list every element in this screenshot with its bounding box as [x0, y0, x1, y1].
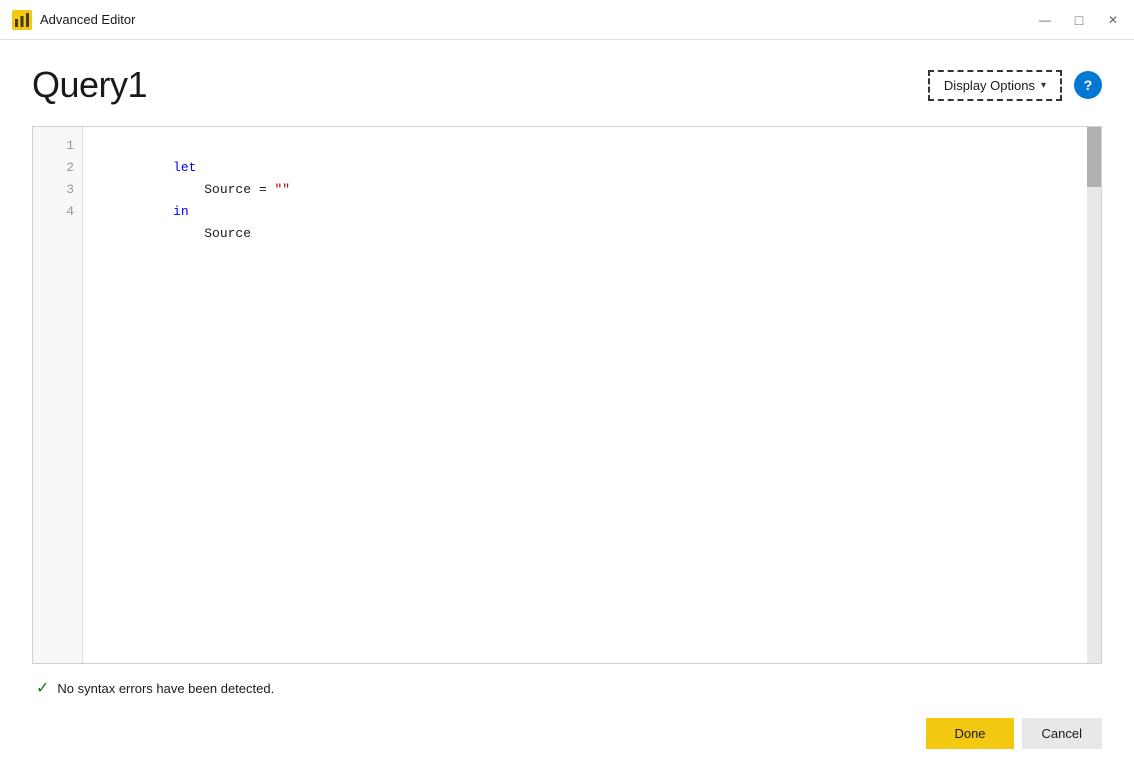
code-source-ref: Source	[173, 226, 251, 241]
done-button[interactable]: Done	[926, 718, 1013, 749]
line-number-2: 2	[66, 157, 74, 179]
close-button[interactable]	[1104, 11, 1122, 29]
scrollbar-thumb[interactable]	[1087, 127, 1101, 187]
advanced-editor-window: Advanced Editor Query1 Display Options ▾…	[0, 0, 1134, 773]
footer-actions: Done Cancel	[32, 706, 1102, 753]
help-button[interactable]: ?	[1074, 71, 1102, 99]
query-header: Query1 Display Options ▾ ?	[32, 64, 1102, 106]
window-title: Advanced Editor	[40, 12, 1036, 27]
scrollbar-track-empty	[1087, 187, 1101, 663]
status-message: No syntax errors have been detected.	[57, 681, 274, 696]
code-editor[interactable]: 1 2 3 4 let Source = "" in Source	[32, 126, 1102, 664]
dropdown-arrow-icon: ▾	[1041, 80, 1046, 91]
title-bar: Advanced Editor	[0, 0, 1134, 40]
app-icon	[12, 10, 32, 30]
code-string-value: ""	[274, 182, 290, 197]
status-bar: ✓ No syntax errors have been detected.	[32, 670, 1102, 706]
content-area: Query1 Display Options ▾ ? 1 2 3 4 let	[0, 40, 1134, 773]
minimize-button[interactable]	[1036, 11, 1054, 29]
vertical-scrollbar[interactable]	[1087, 127, 1101, 663]
line-number-1: 1	[66, 135, 74, 157]
display-options-label: Display Options	[944, 78, 1035, 93]
line-number-4: 4	[66, 201, 74, 223]
query-title: Query1	[32, 64, 147, 106]
code-line-4: Source	[95, 201, 1075, 223]
display-options-button[interactable]: Display Options ▾	[928, 70, 1062, 101]
code-line-1: let	[95, 135, 1075, 157]
code-source-assign: Source =	[173, 182, 274, 197]
keyword-in: in	[173, 204, 189, 219]
cancel-button[interactable]: Cancel	[1022, 718, 1102, 749]
editor-body[interactable]: let Source = "" in Source	[83, 127, 1087, 663]
line-numbers: 1 2 3 4	[33, 127, 83, 663]
keyword-let: let	[173, 160, 196, 175]
line-number-3: 3	[66, 179, 74, 201]
maximize-button[interactable]	[1070, 11, 1088, 29]
header-actions: Display Options ▾ ?	[928, 70, 1102, 101]
check-icon: ✓	[36, 678, 49, 698]
code-line-2: Source = ""	[95, 157, 1075, 179]
window-controls	[1036, 11, 1122, 29]
